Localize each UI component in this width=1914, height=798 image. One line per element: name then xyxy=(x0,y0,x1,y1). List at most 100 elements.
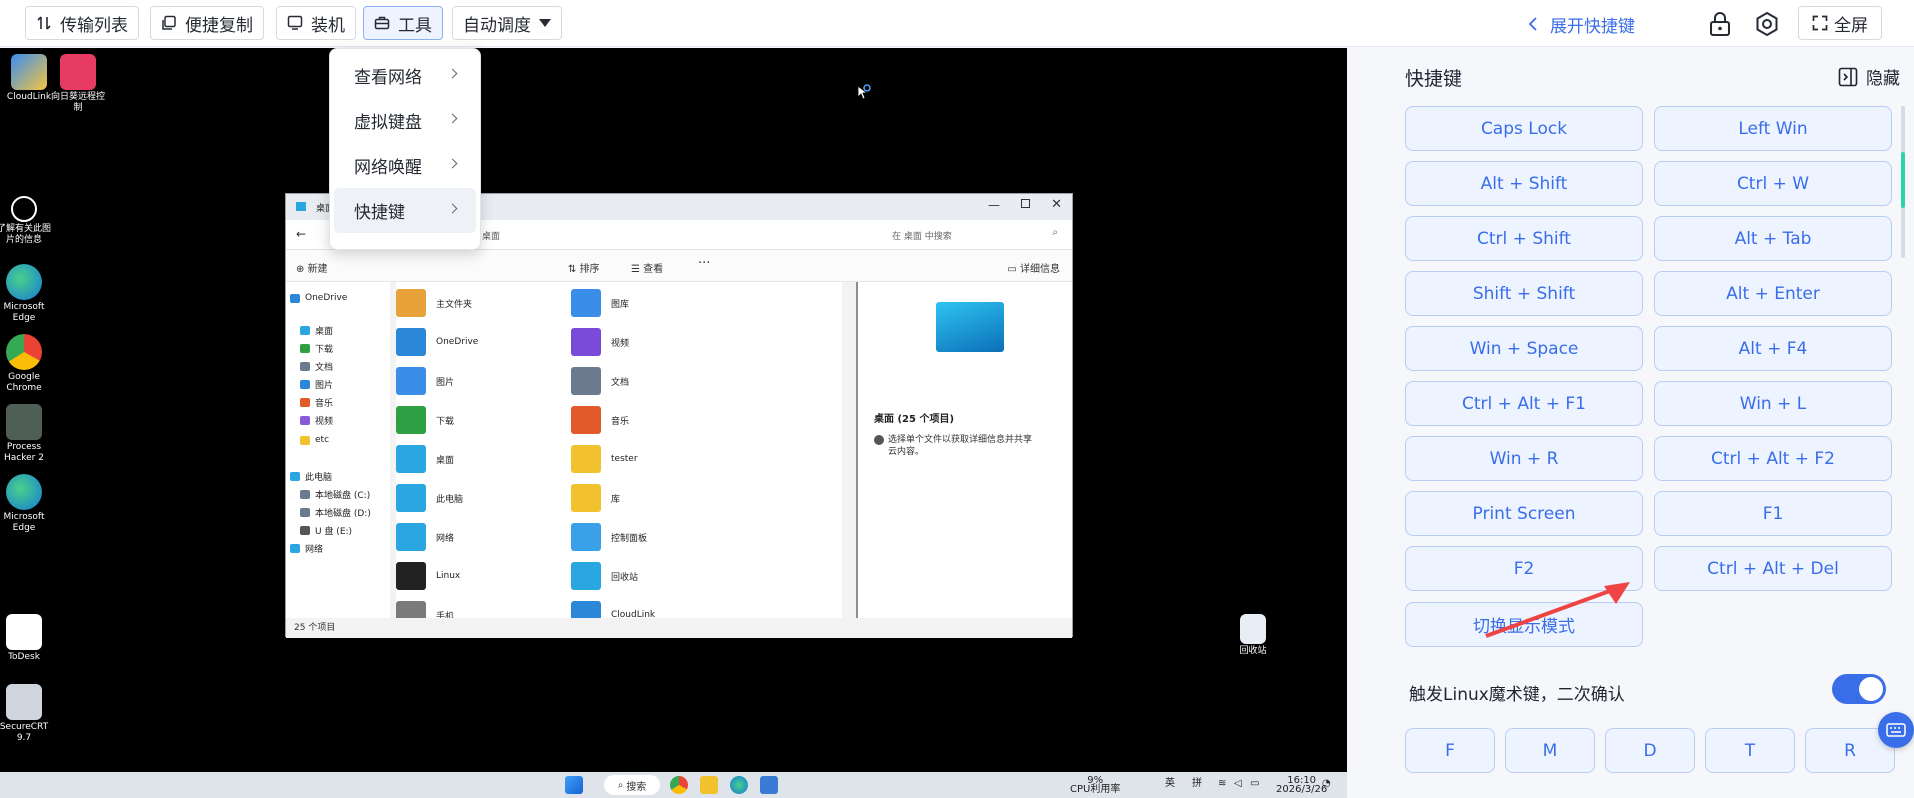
nav-item[interactable]: 文档 xyxy=(300,358,333,374)
details-button[interactable]: ▭ 详细信息 xyxy=(1007,260,1060,275)
transfer-list-button[interactable]: 传输列表 xyxy=(25,6,139,40)
nav-item[interactable]: 网络 xyxy=(290,540,323,556)
shortcut-button[interactable]: Shift + Shift xyxy=(1405,271,1643,316)
shortcut-button[interactable]: Ctrl + W xyxy=(1654,161,1892,206)
file-item[interactable]: 网络 xyxy=(396,520,596,554)
close-icon[interactable]: ✕ xyxy=(1051,197,1062,212)
desktop-icon-todesk[interactable]: ToDesk xyxy=(0,614,53,663)
shortcut-button[interactable]: Print Screen xyxy=(1405,491,1643,536)
shortcut-button[interactable]: Ctrl + Alt + Del xyxy=(1654,546,1892,591)
taskbar-clock[interactable]: 16:10 2026/3/26 xyxy=(1276,776,1327,795)
file-item[interactable]: 库 xyxy=(571,481,771,515)
file-item[interactable]: Linux xyxy=(396,559,596,593)
remote-desktop-view[interactable]: CloudLink 向日葵远程控制 了解有关此图片的信息 Microsoft E… xyxy=(0,48,1347,798)
shortcut-button[interactable]: Left Win xyxy=(1654,106,1892,151)
new-button[interactable]: ⊕ 新建 xyxy=(296,260,328,275)
file-item[interactable]: 图库 xyxy=(571,286,771,320)
shortcut-button[interactable]: Win + R xyxy=(1405,436,1643,481)
store-icon[interactable] xyxy=(760,776,778,794)
ime-mode[interactable]: 拼 xyxy=(1192,779,1202,789)
view-button[interactable]: ☰ 查看 xyxy=(631,260,663,275)
menu-item-shortcuts[interactable]: 快捷键 xyxy=(334,188,476,233)
expand-shortcuts-link[interactable]: 展开快捷键 xyxy=(1528,10,1635,38)
file-item[interactable]: 桌面 xyxy=(396,442,596,476)
start-icon[interactable] xyxy=(565,776,583,794)
maximize-icon[interactable] xyxy=(1021,199,1030,208)
nav-item[interactable]: etc xyxy=(300,432,329,448)
hide-panel-button[interactable]: 隐藏 xyxy=(1838,64,1900,89)
nav-item[interactable]: 桌面 xyxy=(300,322,333,338)
desktop-icon-spotlight[interactable]: 了解有关此图片的信息 xyxy=(0,196,53,246)
file-item[interactable]: 视频 xyxy=(571,325,771,359)
magic-key-button[interactable]: D xyxy=(1605,728,1695,773)
menu-item-wake-on-lan[interactable]: 网络唤醒 xyxy=(334,143,476,188)
magic-key-button[interactable]: F xyxy=(1405,728,1495,773)
desktop-icon-edge[interactable]: Microsoft Edge xyxy=(0,264,53,324)
magic-key-button[interactable]: M xyxy=(1505,728,1595,773)
shortcut-button[interactable]: Win + L xyxy=(1654,381,1892,426)
tools-button[interactable]: 工具 xyxy=(363,6,443,40)
file-item[interactable]: 主文件夹 xyxy=(396,286,596,320)
desktop-icon-securecrt[interactable]: SecureCRT 9.7 xyxy=(0,684,53,744)
shortcut-button[interactable]: Win + Space xyxy=(1405,326,1643,371)
nav-item[interactable]: U 盘 (E:) xyxy=(300,522,352,538)
fullscreen-button[interactable]: 全屏 xyxy=(1798,6,1882,40)
nav-item[interactable]: 下载 xyxy=(300,340,333,356)
explorer-search-input[interactable]: 在 桌面 中搜索 xyxy=(892,229,952,242)
nav-item[interactable]: 视频 xyxy=(300,412,333,428)
explorer-taskbar-icon[interactable] xyxy=(700,776,718,794)
file-item[interactable]: 音乐 xyxy=(571,403,771,437)
shortcut-button[interactable]: Alt + Shift xyxy=(1405,161,1643,206)
nav-item[interactable]: 图片 xyxy=(300,376,333,392)
panel-scrollbar-thumb[interactable] xyxy=(1901,152,1905,208)
file-item[interactable]: 此电脑 xyxy=(396,481,596,515)
more-icon[interactable]: ··· xyxy=(698,256,710,271)
file-item[interactable]: tester xyxy=(571,442,771,476)
nav-item[interactable]: 本地磁盘 (C:) xyxy=(300,486,370,502)
chrome-icon[interactable] xyxy=(670,776,688,794)
edge-icon[interactable] xyxy=(730,776,748,794)
network-icon[interactable]: ≋ xyxy=(1218,779,1226,789)
magic-key-toggle[interactable] xyxy=(1832,674,1886,704)
desktop-icon-edge-2[interactable]: Microsoft Edge xyxy=(0,474,53,534)
file-item[interactable]: 下载 xyxy=(396,403,596,437)
shortcut-button[interactable]: Ctrl + Shift xyxy=(1405,216,1643,261)
nav-item[interactable]: 本地磁盘 (D:) xyxy=(300,504,371,520)
lock-icon[interactable] xyxy=(1706,10,1734,38)
nav-item[interactable]: OneDrive xyxy=(290,290,347,306)
desktop-icon-recycle-bin[interactable]: 回收站 xyxy=(1224,614,1282,657)
quick-copy-button[interactable]: 便捷复制 xyxy=(150,6,264,40)
shortcut-button[interactable]: Alt + Enter xyxy=(1654,271,1892,316)
shortcut-button[interactable]: Alt + F4 xyxy=(1654,326,1892,371)
desktop-icon-chrome[interactable]: Google Chrome xyxy=(0,334,53,394)
breadcrumb[interactable]: 桌面 xyxy=(482,229,500,242)
shortcut-button[interactable]: Ctrl + Alt + F1 xyxy=(1405,381,1643,426)
volume-icon[interactable]: ◁ xyxy=(1234,779,1242,789)
shortcut-button[interactable]: Caps Lock xyxy=(1405,106,1643,151)
minimize-icon[interactable]: — xyxy=(988,198,1000,212)
file-item[interactable]: 图片 xyxy=(396,364,596,398)
file-item[interactable]: OneDrive xyxy=(396,325,596,359)
back-arrow-icon[interactable]: ← xyxy=(296,227,306,241)
notification-icon[interactable]: ◔ xyxy=(1322,779,1331,789)
shortcut-button[interactable]: Ctrl + Alt + F2 xyxy=(1654,436,1892,481)
shortcut-button[interactable]: Alt + Tab xyxy=(1654,216,1892,261)
nav-item[interactable]: 音乐 xyxy=(300,394,333,410)
menu-item-virtual-keyboard[interactable]: 虚拟键盘 xyxy=(334,98,476,143)
menu-item-view-network[interactable]: 查看网络 xyxy=(334,53,476,98)
file-item[interactable]: 文档 xyxy=(571,364,771,398)
battery-icon[interactable]: ▭ xyxy=(1250,779,1259,789)
ime-language[interactable]: 英 xyxy=(1165,779,1175,789)
auto-tune-dropdown[interactable]: 自动调度 xyxy=(452,6,562,40)
settings-icon[interactable] xyxy=(1753,10,1781,38)
magic-key-button[interactable]: T xyxy=(1705,728,1795,773)
nav-item[interactable]: 此电脑 xyxy=(290,468,332,484)
install-button[interactable]: 装机 xyxy=(276,6,356,40)
desktop-icon-process-hacker[interactable]: Process Hacker 2 xyxy=(0,404,53,464)
virtual-keyboard-fab[interactable] xyxy=(1878,712,1914,748)
sort-button[interactable]: ⇅ 排序 xyxy=(568,260,600,275)
taskbar-search[interactable]: ⌕ 搜索 xyxy=(604,775,660,795)
desktop-icon-sunlogin[interactable]: 向日葵远程控制 xyxy=(49,54,107,114)
file-item[interactable]: 控制面板 xyxy=(571,520,771,554)
shortcut-button[interactable]: F1 xyxy=(1654,491,1892,536)
